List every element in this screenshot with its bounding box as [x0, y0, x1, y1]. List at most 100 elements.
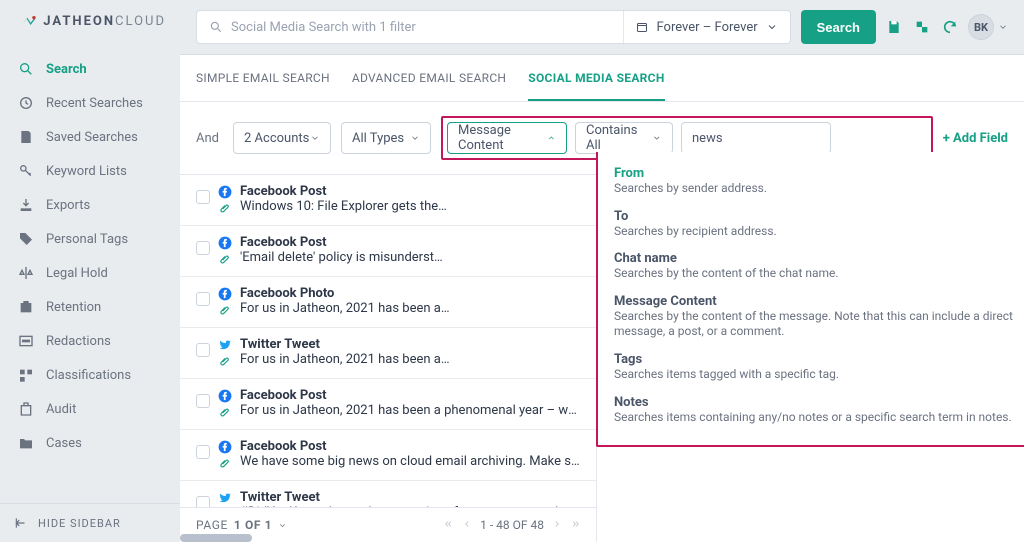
row-snippet: Windows 10: File Explorer gets the…	[240, 199, 580, 214]
results-rows: Facebook Post Windows 10: File Explorer …	[180, 175, 596, 507]
hide-sidebar-button[interactable]: HIDE SIDEBAR	[0, 503, 180, 542]
chevron-down-icon	[410, 133, 420, 143]
sidebar-item-keyword-lists[interactable]: Keyword Lists	[0, 154, 180, 188]
dropdown-option-title: Chat name	[614, 251, 1022, 266]
sidebar-item-label: Redactions	[46, 334, 111, 349]
dropdown-option-to[interactable]: ToSearches by recipient address.	[614, 203, 1022, 246]
pager-indicator: 1 OF 1	[234, 518, 272, 532]
row-icons	[218, 236, 232, 267]
tab-simple-email-search[interactable]: SIMPLE EMAIL SEARCH	[196, 55, 330, 101]
pager-first-icon[interactable]	[444, 519, 454, 529]
dropdown-option-tags[interactable]: TagsSearches items tagged with a specifi…	[614, 346, 1022, 389]
result-row[interactable]: Twitter Tweet #DidYouKnow that tech comp…	[180, 481, 596, 507]
dropdown-option-desc: Searches items containing any/no notes o…	[614, 410, 1022, 426]
dropdown-option-from[interactable]: FromSearches by sender address.	[614, 160, 1022, 203]
field-select-value: Message Content	[458, 123, 547, 153]
chevron-down-icon	[278, 521, 287, 530]
types-select[interactable]: All Types	[341, 122, 431, 154]
sidebar-item-audit[interactable]: Audit	[0, 392, 180, 426]
result-row[interactable]: Facebook Post 'Email delete' policy is m…	[180, 226, 596, 277]
search-bar[interactable]: Social Media Search with 1 filter Foreve…	[196, 10, 791, 44]
row-snippet: For us in Jatheon, 2021 has been a…	[240, 352, 580, 367]
sidebar-item-redactions[interactable]: Redactions	[0, 324, 180, 358]
row-body: Facebook Post For us in Jatheon, 2021 ha…	[240, 388, 580, 418]
sidebar-item-label: Cases	[46, 436, 82, 451]
result-row[interactable]: Facebook Post We have some big news on c…	[180, 430, 596, 481]
retention-icon	[18, 299, 34, 315]
sidebar-item-personal-tags[interactable]: Personal Tags	[0, 222, 180, 256]
sidebar-item-cases[interactable]: Cases	[0, 426, 180, 460]
dropdown-option-title: Message Content	[614, 294, 1022, 309]
row-snippet: For us in Jatheon, 2021 has been a…	[240, 301, 580, 316]
logo: JATHEONCLOUD	[0, 0, 180, 42]
export-icon[interactable]	[914, 19, 930, 35]
key-icon	[18, 163, 34, 179]
chevron-up-icon	[547, 133, 556, 143]
dropdown-option-desc: Searches by the content of the message. …	[614, 309, 1022, 340]
sidebar-item-search[interactable]: Search	[0, 52, 180, 86]
pager-last-icon[interactable]	[570, 519, 580, 529]
chevron-down-icon	[652, 133, 662, 143]
types-select-value: All Types	[352, 131, 404, 146]
result-row[interactable]: Facebook Photo For us in Jatheon, 2021 h…	[180, 277, 596, 328]
toolbar-icons	[886, 19, 958, 35]
sidebar-item-retention[interactable]: Retention	[0, 290, 180, 324]
filter-row: And 2 Accounts All Types Message Content…	[180, 102, 1024, 174]
result-row[interactable]: Twitter Tweet For us in Jatheon, 2021 ha…	[180, 328, 596, 379]
pager-prev-icon[interactable]	[462, 519, 472, 529]
tab-social-media-search[interactable]: SOCIAL MEDIA SEARCH	[528, 55, 664, 101]
add-field-button[interactable]: + Add Field	[943, 131, 1008, 146]
dropdown-option-chat-name[interactable]: Chat nameSearches by the content of the …	[614, 245, 1022, 288]
row-checkbox[interactable]	[196, 496, 210, 507]
result-row[interactable]: Facebook Post Windows 10: File Explorer …	[180, 175, 596, 226]
row-checkbox[interactable]	[196, 394, 210, 408]
row-body: Twitter Tweet #DidYouKnow that tech comp…	[240, 490, 580, 507]
avatar: BK	[968, 14, 994, 40]
search-button[interactable]: Search	[801, 10, 876, 44]
dropdown-option-title: To	[614, 209, 1022, 224]
redaction-icon	[18, 333, 34, 349]
dropdown-option-notes[interactable]: NotesSearches items containing any/no no…	[614, 389, 1022, 432]
calendar-icon	[636, 21, 648, 33]
sidebar-item-recent-searches[interactable]: Recent Searches	[0, 86, 180, 120]
horizontal-scrollbar[interactable]	[180, 534, 252, 542]
accounts-select[interactable]: 2 Accounts	[233, 122, 331, 154]
row-checkbox[interactable]	[196, 190, 210, 204]
search-input[interactable]: Social Media Search with 1 filter	[197, 20, 623, 35]
row-checkbox[interactable]	[196, 292, 210, 306]
page-indicator[interactable]: PAGE 1 OF 1	[196, 518, 287, 532]
dropdown-option-message-content[interactable]: Message ContentSearches by the content o…	[614, 288, 1022, 346]
row-icons	[218, 185, 232, 216]
dropdown-option-title: Tags	[614, 352, 1022, 367]
sidebar-item-label: Retention	[46, 300, 101, 315]
date-range-picker[interactable]: Forever – Forever	[623, 11, 789, 43]
search-placeholder: Social Media Search with 1 filter	[231, 20, 416, 35]
row-title: Facebook Post	[240, 235, 580, 250]
field-select[interactable]: Message Content	[447, 122, 567, 154]
operator-select[interactable]: Contains All	[575, 122, 673, 154]
search-tabs: SIMPLE EMAIL SEARCH ADVANCED EMAIL SEARCH…	[180, 55, 1024, 102]
user-menu[interactable]: BK	[968, 14, 1008, 40]
filter-conjunction: And	[196, 131, 223, 146]
row-checkbox[interactable]	[196, 343, 210, 357]
sidebar-item-classifications[interactable]: Classifications	[0, 358, 180, 392]
sidebar-item-legal-hold[interactable]: Legal Hold	[0, 256, 180, 290]
tag-icon	[18, 231, 34, 247]
row-checkbox[interactable]	[196, 241, 210, 255]
row-checkbox[interactable]	[196, 445, 210, 459]
nav: SearchRecent SearchesSaved Searches Keywo…	[0, 42, 180, 503]
filter-value-input[interactable]: news	[681, 122, 831, 154]
sidebar-item-exports[interactable]: Exports	[0, 188, 180, 222]
dropdown-option-desc: Searches by the content of the chat name…	[614, 266, 1022, 282]
tab-advanced-email-search[interactable]: ADVANCED EMAIL SEARCH	[352, 55, 506, 101]
legal-icon	[18, 265, 34, 281]
refresh-icon[interactable]	[942, 19, 958, 35]
collapse-icon	[14, 516, 28, 530]
save-icon[interactable]	[886, 19, 902, 35]
sidebar-item-label: Legal Hold	[46, 266, 108, 281]
pager-next-icon[interactable]	[552, 519, 562, 529]
dropdown-option-title: From	[614, 166, 1022, 181]
sidebar-item-saved-searches[interactable]: Saved Searches	[0, 120, 180, 154]
result-row[interactable]: Facebook Post For us in Jatheon, 2021 ha…	[180, 379, 596, 430]
sidebar-item-label: Keyword Lists	[46, 164, 127, 179]
